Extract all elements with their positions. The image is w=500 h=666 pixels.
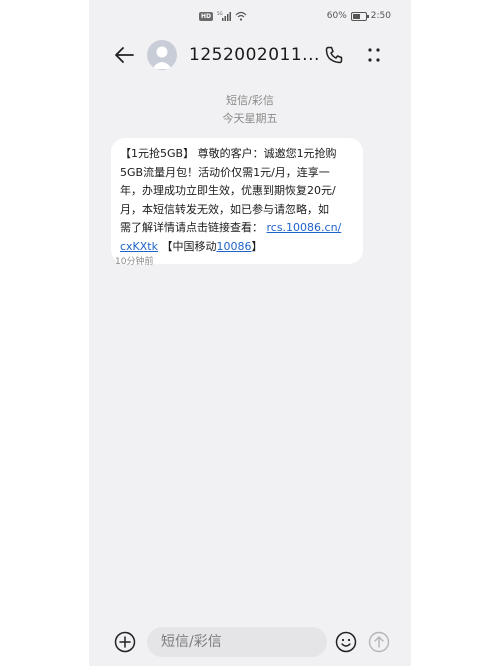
message-bubble[interactable]: 【1元抢5GB】 尊敬的客户：诚邀您1元抢购 5GB流量月包！活动价仅需1元/月… bbox=[111, 138, 363, 264]
back-button[interactable] bbox=[111, 42, 137, 68]
message-line: 年，办理成功立即生效，优惠到期恢复20元/ bbox=[120, 184, 336, 197]
contact-name[interactable]: 1252002011... bbox=[189, 45, 320, 65]
thread-date-label: 今天星期五 bbox=[222, 112, 278, 125]
message-line: 需了解详情请点击链接查看： bbox=[120, 221, 263, 234]
hd-badge: HD bbox=[199, 11, 214, 21]
compose-bar bbox=[89, 622, 411, 662]
network-label: 5G bbox=[217, 11, 223, 16]
person-icon bbox=[152, 46, 172, 69]
message-input[interactable] bbox=[147, 627, 311, 657]
signature-number-link[interactable]: 10086 bbox=[217, 240, 252, 253]
phone-screen: HD 5G 60% 2:50 1252002011... 短信/彩信 今天星期五… bbox=[89, 0, 411, 666]
message-link-part1[interactable]: rcs.10086.cn/ bbox=[267, 221, 342, 234]
signature-prefix: 【中国移动 bbox=[158, 239, 217, 253]
message-line-final: cxKXtk 【中国移动10086】 bbox=[120, 238, 354, 257]
add-attachment-button[interactable] bbox=[113, 630, 137, 654]
signature-suffix: 】 bbox=[251, 239, 263, 253]
more-dots-icon bbox=[368, 48, 380, 62]
status-bar: HD 5G 60% 2:50 bbox=[89, 0, 411, 36]
send-button[interactable] bbox=[367, 630, 391, 654]
conversation-header: 1252002011... bbox=[89, 36, 411, 74]
battery-percent: 60% bbox=[326, 11, 347, 21]
phone-icon bbox=[325, 46, 343, 64]
message-input-wrapper bbox=[147, 627, 327, 657]
call-button[interactable] bbox=[321, 42, 347, 68]
avatar[interactable] bbox=[147, 40, 177, 70]
arrow-left-icon bbox=[115, 47, 134, 63]
wifi-icon bbox=[235, 11, 247, 21]
message-timestamp: 10分钟前 bbox=[115, 257, 154, 267]
message-line: 月，本短信转发无效，如已参与请忽略，如 bbox=[120, 202, 329, 216]
emoji-button[interactable] bbox=[334, 630, 358, 654]
signal-icon: 5G bbox=[217, 11, 232, 21]
message-link-part2[interactable]: cxKXtk bbox=[120, 240, 158, 253]
battery-icon bbox=[350, 11, 369, 21]
message-line: 5GB流量月包！活动价仅需1元/月，连享一 bbox=[120, 165, 330, 179]
more-button[interactable] bbox=[361, 42, 387, 68]
message-line: 【1元抢5GB】 尊敬的客户：诚邀您1元抢购 bbox=[120, 147, 337, 160]
arrow-up-circle-icon bbox=[368, 631, 390, 653]
status-icons: HD 5G bbox=[199, 11, 247, 21]
message-line-with-link: 需了解详情请点击链接查看： rcs.10086.cn/ bbox=[120, 219, 354, 238]
battery-fill bbox=[352, 13, 360, 19]
plus-circle-icon bbox=[114, 631, 136, 653]
smiley-icon bbox=[335, 631, 357, 653]
status-time: 2:50 bbox=[370, 11, 391, 21]
thread-type-label: 短信/彩信 bbox=[226, 94, 274, 107]
status-right: 60% 2:50 bbox=[327, 11, 391, 21]
